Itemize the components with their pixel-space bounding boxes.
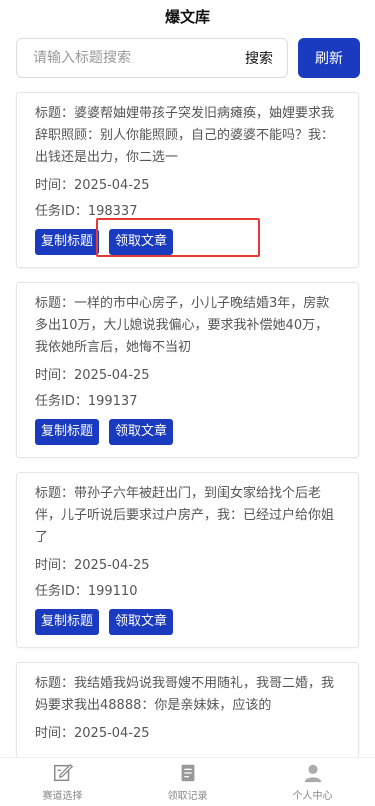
document-icon <box>181 764 194 782</box>
article-title: 标题：我结婚我妈说我哥嫂不用随礼，我哥二婚，我妈要求我出48888：你是亲妹妹，… <box>35 676 335 713</box>
article-title: 标题：带孙子六年被赶出门，到闺女家给找个后老伴，儿子听说后要求过户房产，我：已经… <box>35 486 335 545</box>
tab-profile[interactable]: 个人中心 <box>250 758 375 806</box>
article-title: 标题：婆婆帮妯娌带孩子突发旧病瘫痪，妯娌要求我辞职照顾：别人你能照顾，自己的婆婆… <box>35 106 335 165</box>
tab-label: 个人中心 <box>292 791 333 802</box>
copy-title-button[interactable]: 复制标题 <box>35 609 100 635</box>
page-title: 爆文库 <box>164 7 210 26</box>
article-card: 标题：婆婆帮妯娌带孩子突发旧病瘫痪，妯娌要求我辞职照顾：别人你能照顾，自己的婆婆… <box>16 92 359 268</box>
article-task-id: 任务ID：199137 <box>35 394 138 409</box>
bottom-tab-bar: 赛道选择 领取记录 个人中心 <box>0 757 375 806</box>
article-card: 标题：一样的市中心房子，小儿子晚结婚3年，房款多出10万，大儿媳说我偏心，要求我… <box>16 282 359 458</box>
claim-article-button[interactable]: 领取文章 <box>109 229 174 255</box>
user-icon <box>304 764 321 783</box>
article-time: 时间：2025-04-25 <box>35 368 150 383</box>
article-card: 标题：带孙子六年被赶出门，到闺女家给找个后老伴，儿子听说后要求过户房产，我：已经… <box>16 472 359 648</box>
edit-icon <box>53 763 73 782</box>
search-button[interactable]: 搜索 <box>245 48 273 68</box>
search-bar: 搜索 刷新 <box>0 36 375 80</box>
article-list: 标题：婆婆帮妯娌带孩子突发旧病瘫痪，妯娌要求我辞职照顾：别人你能照顾，自己的婆婆… <box>0 80 375 758</box>
article-time: 时间：2025-04-25 <box>35 726 150 741</box>
copy-title-button[interactable]: 复制标题 <box>35 419 100 445</box>
article-task-id: 任务ID：199110 <box>35 584 138 599</box>
search-box: 搜索 <box>16 38 288 78</box>
article-title: 标题：一样的市中心房子，小儿子晚结婚3年，房款多出10万，大儿媳说我偏心，要求我… <box>35 296 330 355</box>
tab-label: 赛道选择 <box>42 791 83 802</box>
claim-article-button[interactable]: 领取文章 <box>109 609 174 635</box>
tab-label: 领取记录 <box>167 791 208 802</box>
article-time: 时间：2025-04-25 <box>35 178 150 193</box>
tab-track-selection[interactable]: 赛道选择 <box>0 758 125 806</box>
article-task-id: 任务ID：198337 <box>35 204 138 219</box>
app-header: 爆文库 <box>0 0 375 36</box>
article-time: 时间：2025-04-25 <box>35 558 150 573</box>
article-card: 标题：我结婚我妈说我哥嫂不用随礼，我哥二婚，我妈要求我出48888：你是亲妹妹，… <box>16 662 359 758</box>
tab-claim-records[interactable]: 领取记录 <box>125 758 250 806</box>
search-input[interactable] <box>33 50 245 66</box>
copy-title-button[interactable]: 复制标题 <box>35 229 100 255</box>
refresh-button[interactable]: 刷新 <box>298 38 360 78</box>
claim-article-button[interactable]: 领取文章 <box>109 419 174 445</box>
